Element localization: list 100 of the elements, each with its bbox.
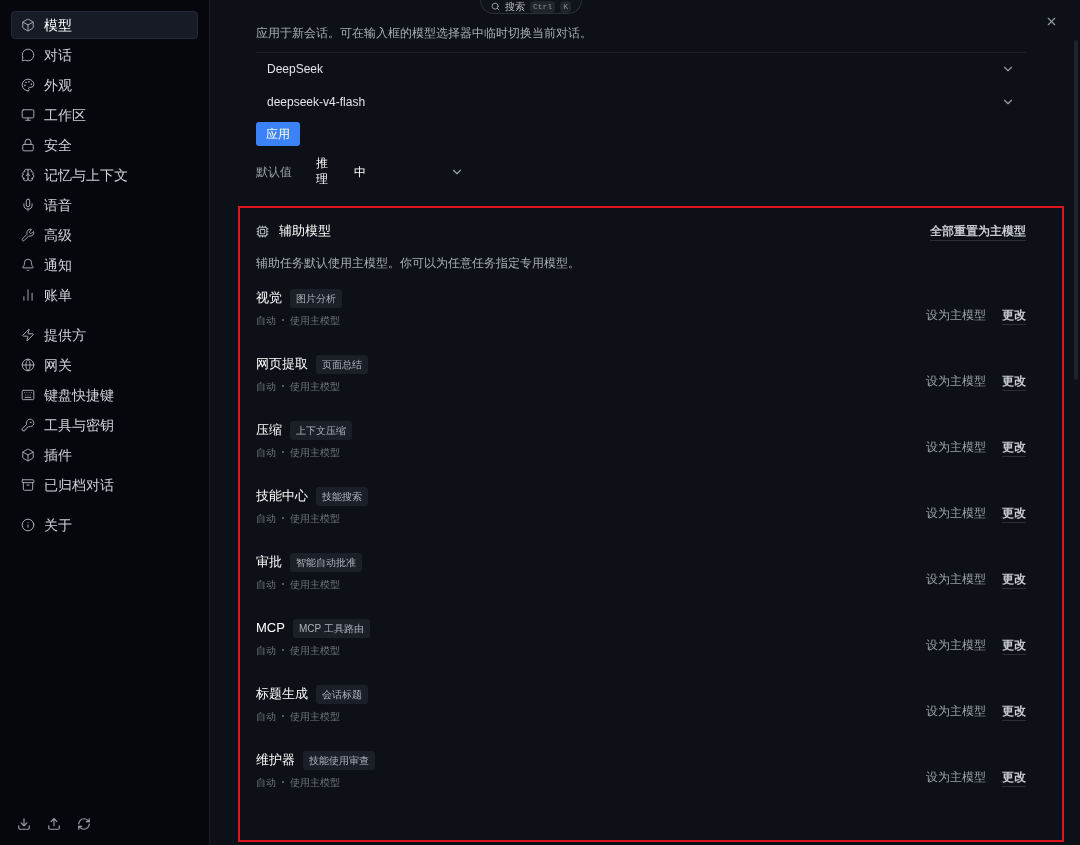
task-tag: 会话标题 [316,684,368,704]
task-mode: 自动 [256,313,276,328]
task-name: 审批 [256,553,282,572]
task-model: 使用主模型 [290,379,340,394]
task-tag: 智能自动批准 [290,552,362,572]
change-button[interactable]: 更改 [1002,569,1026,589]
task-model: 使用主模型 [290,643,340,658]
description-text: 应用于新会话。可在输入框的模型选择器中临时切换当前对话。 [256,25,593,42]
lightning-icon [21,328,35,342]
task-mode: 自动 [256,511,276,526]
sidebar-item[interactable]: 记忆与上下文 [11,161,198,189]
set-main-button[interactable]: 设为主模型 [926,372,986,390]
model-select[interactable]: deepseek-v4-flash [256,84,1026,120]
section-title: 辅助模型 [279,222,331,241]
sidebar-item[interactable]: 已归档对话 [11,471,198,499]
upload-icon[interactable] [47,817,61,831]
bell-icon [21,258,35,272]
brain-icon [21,168,35,182]
sidebar-item[interactable]: 插件 [11,441,198,469]
task-model: 使用主模型 [290,709,340,724]
task-name: 技能中心 [256,487,308,506]
set-main-button[interactable]: 设为主模型 [926,702,986,720]
task-mode: 自动 [256,577,276,592]
key-icon [21,418,35,432]
sidebar-item[interactable]: 工作区 [11,101,198,129]
task-tag: 技能使用审查 [303,750,375,770]
sidebar-item[interactable]: 工具与密钥 [11,411,198,439]
info-icon [21,518,35,532]
provider-select[interactable]: DeepSeek [256,52,1026,84]
task-name: 维护器 [256,751,295,770]
task-name: 网页提取 [256,355,308,374]
sidebar-item[interactable]: 安全 [11,131,198,159]
sidebar-item[interactable]: 键盘快捷键 [11,381,198,409]
task-mode: 自动 [256,643,276,658]
download-icon[interactable] [17,817,31,831]
task-name: 视觉 [256,289,282,308]
reasoning-label: 推理 [316,156,328,188]
sidebar-item[interactable]: 外观 [11,71,198,99]
cube-icon [21,448,35,462]
change-button[interactable]: 更改 [1002,503,1026,523]
set-main-button[interactable]: 设为主模型 [926,306,986,324]
reset-all-link[interactable]: 全部重置为主模型 [930,221,1026,241]
chat-bubble-icon [21,48,35,62]
sidebar-item[interactable]: 高级 [11,221,198,249]
apply-button[interactable]: 应用 [256,122,300,146]
task-model: 使用主模型 [290,511,340,526]
sidebar-item[interactable]: 提供方 [11,321,198,349]
monitor-icon [21,108,35,122]
task-mode: 自动 [256,445,276,460]
defaults-label: 默认值 [256,164,293,181]
section-description: 辅助任务默认使用主模型。你可以为任意任务指定专用模型。 [256,255,581,272]
task-tag: 图片分析 [290,288,342,308]
change-button[interactable]: 更改 [1002,767,1026,787]
chip-icon [256,224,269,238]
task-mode: 自动 [256,709,276,724]
change-button[interactable]: 更改 [1002,305,1026,325]
sidebar-item[interactable]: 对话 [11,41,198,69]
palette-icon [21,78,35,92]
set-main-button[interactable]: 设为主模型 [926,768,986,786]
task-name: 标题生成 [256,685,308,704]
sidebar-item[interactable]: 关于 [11,511,198,539]
bar-chart-icon [21,288,35,302]
sidebar-item[interactable]: 模型 [11,11,198,39]
close-icon[interactable] [1045,15,1058,28]
shortcut-key: Ctrl [530,0,556,13]
task-model: 使用主模型 [290,313,340,328]
set-main-button[interactable]: 设为主模型 [926,504,986,522]
task-name: 压缩 [256,421,282,440]
set-main-button[interactable]: 设为主模型 [926,438,986,456]
task-mode: 自动 [256,379,276,394]
search-pill[interactable]: 搜索 Ctrl K [480,0,582,14]
sidebar-item[interactable]: 账单 [11,281,198,309]
task-name: MCP [256,619,285,638]
sidebar-item[interactable]: 通知 [11,251,198,279]
task-tag: 技能搜索 [316,486,368,506]
task-model: 使用主模型 [290,445,340,460]
search-icon [491,2,500,11]
reasoning-select[interactable]: 中 [354,163,464,181]
change-button[interactable]: 更改 [1002,635,1026,655]
wrench-icon [21,228,35,242]
set-main-button[interactable]: 设为主模型 [926,636,986,654]
globe-icon [21,358,35,372]
task-tag: MCP 工具路由 [292,618,370,638]
microphone-icon [21,198,35,212]
set-main-button[interactable]: 设为主模型 [926,570,986,588]
task-model: 使用主模型 [290,775,340,790]
shortcut-key: K [560,0,571,13]
refresh-icon[interactable] [77,817,91,831]
sidebar-item[interactable]: 网关 [11,351,198,379]
change-button[interactable]: 更改 [1002,437,1026,457]
sidebar-item[interactable]: 语音 [11,191,198,219]
keyboard-icon [21,388,35,402]
cube-icon [21,18,35,32]
lock-icon [21,138,35,152]
change-button[interactable]: 更改 [1002,371,1026,391]
search-label: 搜索 [505,0,525,14]
change-button[interactable]: 更改 [1002,701,1026,721]
task-mode: 自动 [256,775,276,790]
task-tag: 页面总结 [316,354,368,374]
task-tag: 上下文压缩 [290,420,352,440]
